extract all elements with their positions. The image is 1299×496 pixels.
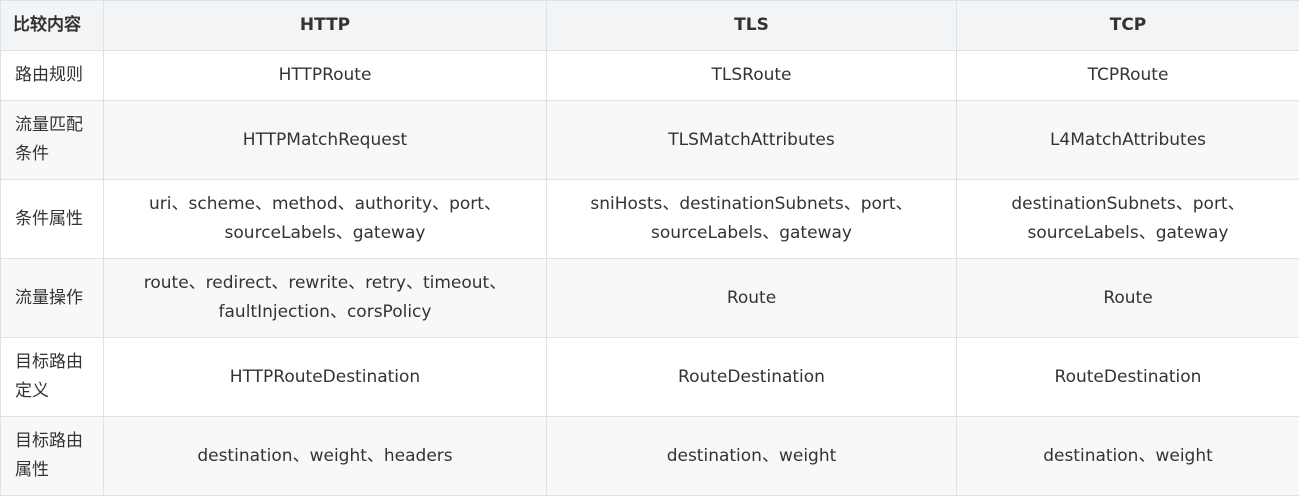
cell-tls: Route	[547, 259, 957, 338]
row-label: 流量匹配条件	[1, 101, 104, 180]
table-row: 流量匹配条件 HTTPMatchRequest TLSMatchAttribut…	[1, 101, 1299, 180]
cell-tls: destination、weight	[547, 417, 957, 496]
cell-tls: sniHosts、destinationSubnets、port、sourceL…	[547, 180, 957, 259]
cell-http: HTTPMatchRequest	[104, 101, 547, 180]
row-label: 目标路由属性	[1, 417, 104, 496]
table-row: 目标路由定义 HTTPRouteDestination RouteDestina…	[1, 338, 1299, 417]
cell-tcp: L4MatchAttributes	[957, 101, 1299, 180]
cell-http: HTTPRouteDestination	[104, 338, 547, 417]
comparison-table: 比较内容 HTTP TLS TCP 路由规则 HTTPRoute TLSRout…	[0, 0, 1299, 496]
table-row: 目标路由属性 destination、weight、headers destin…	[1, 417, 1299, 496]
cell-tls: RouteDestination	[547, 338, 957, 417]
cell-http: HTTPRoute	[104, 51, 547, 101]
cell-tls: TLSRoute	[547, 51, 957, 101]
row-label: 流量操作	[1, 259, 104, 338]
cell-tcp: destinationSubnets、port、sourceLabels、gat…	[957, 180, 1299, 259]
cell-tcp: Route	[957, 259, 1299, 338]
cell-tls: TLSMatchAttributes	[547, 101, 957, 180]
header-tcp: TCP	[957, 1, 1299, 51]
cell-tcp: destination、weight	[957, 417, 1299, 496]
header-compare-item: 比较内容	[1, 1, 104, 51]
table-row: 路由规则 HTTPRoute TLSRoute TCPRoute	[1, 51, 1299, 101]
cell-tcp: TCPRoute	[957, 51, 1299, 101]
cell-http: uri、scheme、method、authority、port、sourceL…	[104, 180, 547, 259]
table-row: 流量操作 route、redirect、rewrite、retry、timeou…	[1, 259, 1299, 338]
row-label: 条件属性	[1, 180, 104, 259]
cell-http: destination、weight、headers	[104, 417, 547, 496]
row-label: 目标路由定义	[1, 338, 104, 417]
header-row: 比较内容 HTTP TLS TCP	[1, 1, 1299, 51]
cell-tcp: RouteDestination	[957, 338, 1299, 417]
table-row: 条件属性 uri、scheme、method、authority、port、so…	[1, 180, 1299, 259]
cell-http: route、redirect、rewrite、retry、timeout、fau…	[104, 259, 547, 338]
header-tls: TLS	[547, 1, 957, 51]
row-label: 路由规则	[1, 51, 104, 101]
header-http: HTTP	[104, 1, 547, 51]
